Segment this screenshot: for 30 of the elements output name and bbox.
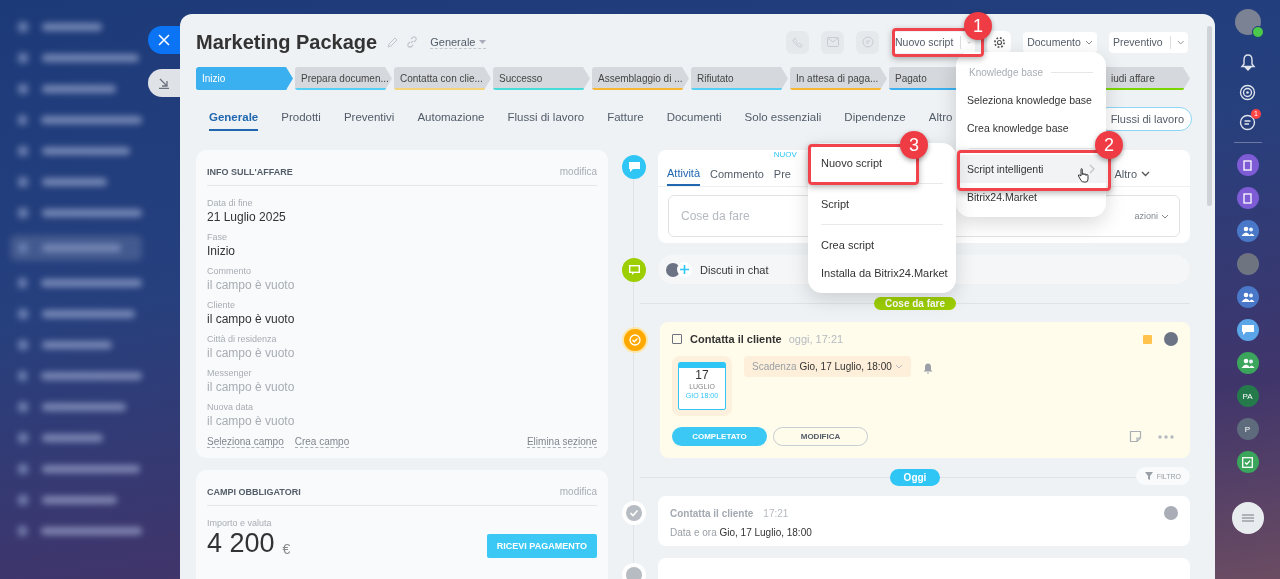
history-title: Contatta il cliente bbox=[670, 507, 754, 519]
task-title: Contatta il cliente bbox=[690, 333, 782, 345]
field-value: il campo è vuoto bbox=[207, 278, 296, 292]
field-value: il campo è vuoto bbox=[207, 380, 296, 394]
discuss-in-chat-label: Discuti in chat bbox=[700, 263, 769, 276]
field-value: 21 Luglio 2025 bbox=[207, 210, 287, 224]
field-value: Inizio bbox=[207, 244, 236, 258]
section-title: INFO SULL'AFFARE bbox=[207, 166, 293, 177]
amount-value: 4 200 bbox=[207, 530, 275, 557]
calendar-day: 17 bbox=[695, 368, 709, 382]
field-value: il campo è vuoto bbox=[207, 414, 296, 428]
field-label: Cliente bbox=[207, 300, 236, 310]
currency-label: € bbox=[282, 541, 291, 557]
field-label: Commento bbox=[207, 266, 252, 276]
field-value: il campo è vuoto bbox=[207, 346, 296, 360]
field-label: Città di residenza bbox=[207, 334, 278, 344]
new-label: NUOV bbox=[773, 150, 797, 159]
field-label: Importo e valuta bbox=[207, 518, 273, 528]
field-label: Nuova data bbox=[207, 402, 255, 412]
section-title: CAMPI OBBLIGATORI bbox=[207, 486, 301, 497]
today-divider-badge: Oggi bbox=[889, 468, 941, 486]
todo-divider-badge: Cose da fare bbox=[874, 296, 956, 310]
task-time: oggi, 17:21 bbox=[788, 333, 844, 345]
history-time: 17:21 bbox=[763, 507, 789, 519]
field-label: Fase bbox=[207, 232, 228, 242]
deal-title: Marketing Package bbox=[196, 30, 378, 54]
field-label: Data di fine bbox=[207, 198, 254, 208]
field-value: il campo è vuoto bbox=[207, 312, 296, 326]
history-detail: Data e ora Gio, 17 Luglio, 18:00 bbox=[670, 527, 813, 538]
field-label: Messenger bbox=[207, 368, 253, 378]
